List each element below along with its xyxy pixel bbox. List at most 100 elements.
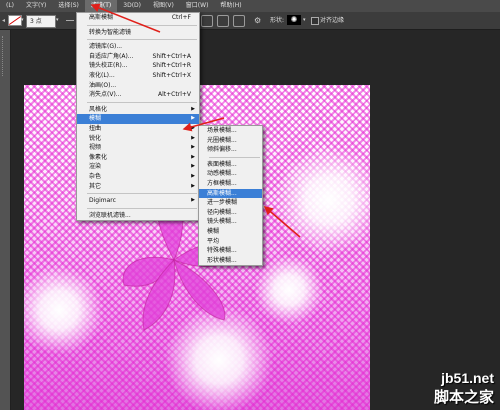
custom-shape-preview[interactable]: ✺ [287,15,301,25]
stroke-width-field[interactable]: 3 点 [26,15,56,28]
menu-item-help[interactable]: 帮助(H) [214,0,247,12]
menu-item-label: 视频 [89,144,102,152]
menu-item-distort[interactable]: 扭曲 ▶ [77,124,199,134]
menu-item-convert-smart-filters[interactable]: 转换为智能滤镜 [77,28,199,38]
menu-separator [209,156,260,158]
menu-item-last-filter[interactable]: 高斯模糊 Ctrl+F [77,13,199,23]
submenu-item-blur[interactable]: 模糊 [199,227,262,237]
submenu-item-tilt-shift[interactable]: 倾斜偏移... [199,145,262,155]
submenu-arrow-icon: ▶ [191,115,195,122]
align-edges-label: 对齐边缘 [320,17,345,24]
submenu-arrow-icon: ▶ [191,153,195,160]
submenu-arrow-icon: ▶ [191,182,195,189]
stroke-type-line[interactable] [66,20,74,21]
menu-item-video[interactable]: 视频 ▶ [77,143,199,153]
menu-item-blur[interactable]: 模糊 ▶ [77,114,199,124]
watermark-site: jb51.net [441,370,494,386]
gear-icon[interactable]: ⚙ [254,15,261,26]
menu-item-label: 消失点(V)... [89,91,122,99]
menu-separator [87,24,197,26]
submenu-arrow-icon: ▶ [191,172,195,179]
menu-item-select[interactable]: 选择(S) [52,0,85,12]
submenu-arrow-icon: ▶ [191,197,195,204]
menu-item-shortcut: Shift+Ctrl+R [152,62,191,70]
shape-dropdown-icon[interactable]: ▾ [303,15,306,26]
menu-item-type[interactable]: 文字(Y) [20,0,52,12]
menu-item-label: Digimarc [89,197,116,205]
menu-item-label: 液化(L)... [89,71,115,79]
menu-item-label: 模糊 [89,115,102,123]
menu-item-label: 锐化 [89,134,102,142]
menu-separator [87,207,197,209]
menu-item-render[interactable]: 渲染 ▶ [77,162,199,172]
submenu-item-blur-more[interactable]: 进一步模糊 [199,198,262,208]
menu-item-label: 其它 [89,182,102,190]
submenu-item-shape-blur[interactable]: 形状模糊... [199,256,262,266]
submenu-item-motion-blur[interactable]: 动感模糊... [199,169,262,179]
menu-item-oil-paint[interactable]: 油画(O)... [77,81,199,91]
menu-item-filter-gallery[interactable]: 滤镜库(G)... [77,42,199,52]
tools-panel [0,30,11,410]
menu-item-window[interactable]: 窗口(W) [180,0,215,12]
submenu-item-lens-blur[interactable]: 镜头模糊... [199,217,262,227]
menu-item-label: 浏览联机滤镜... [89,211,131,219]
menu-item-vanishing-point[interactable]: 消失点(V)... Alt+Ctrl+V [77,90,199,100]
filter-menu: 高斯模糊 Ctrl+F 转换为智能滤镜 滤镜库(G)... 自适应广角(A)..… [76,12,200,222]
stroke-color-swatch[interactable] [8,15,22,26]
menu-item-label: 镜头校正(R)... [89,62,128,70]
menu-item-noise[interactable]: 杂色 ▶ [77,172,199,182]
submenu-item-field-blur[interactable]: 场景模糊... [199,126,262,136]
menu-item-sharpen[interactable]: 锐化 ▶ [77,134,199,144]
menu-separator [87,193,197,195]
menu-item-lens-correction[interactable]: 镜头校正(R)... Shift+Ctrl+R [77,61,199,71]
submenu-arrow-icon: ▶ [191,134,195,141]
tools-panel-handle[interactable] [2,36,9,76]
menu-item-other[interactable]: 其它 ▶ [77,182,199,192]
menu-separator [87,101,197,103]
submenu-arrow-icon: ▶ [191,124,195,131]
menu-item-filter[interactable]: 滤镜(T) [84,0,118,12]
menu-item-shortcut: Ctrl+F [171,14,191,21]
watermark: jb51.net 脚本之家 [434,370,494,407]
align-edges-checkbox[interactable] [311,17,319,25]
path-operations-icon[interactable] [201,15,213,27]
submenu-item-gaussian-blur[interactable]: 高斯模糊... [199,188,262,199]
path-arrangement-icon[interactable] [233,15,245,27]
menu-item-adaptive-wide-angle[interactable]: 自适应广角(A)... Shift+Ctrl+A [77,52,199,62]
menu-item-label: 滤镜库(G)... [89,43,123,51]
submenu-item-smart-blur[interactable]: 特殊模糊... [199,246,262,256]
menu-item-liquify[interactable]: 液化(L)... Shift+Ctrl+X [77,71,199,81]
submenu-item-average[interactable]: 平均 [199,237,262,247]
menu-item-label: 渲染 [89,163,102,171]
menu-item-digimarc[interactable]: Digimarc ▶ [77,196,199,206]
submenu-item-box-blur[interactable]: 方框模糊... [199,179,262,189]
stroke-dropdown-icon[interactable]: ▾ [21,15,24,26]
menu-item-3d[interactable]: 3D(D) [117,0,147,12]
submenu-item-surface-blur[interactable]: 表面模糊... [199,160,262,170]
menu-item-pixelate[interactable]: 像素化 ▶ [77,153,199,163]
shape-label: 形状: [270,17,285,24]
menu-item-label: 像素化 [89,153,108,161]
options-arrow-icon[interactable]: ◂ [2,15,5,26]
menu-item-view[interactable]: 视图(V) [147,0,180,12]
menu-item-label: 扭曲 [89,124,102,132]
menu-item-stylize[interactable]: 风格化 ▶ [77,105,199,115]
options-bar: ◂ ▾ 3 点 ▾ ⚙ 形状: ✺ ▾ 对齐边缘 [0,12,500,30]
menu-item-label: 转换为智能滤镜 [89,28,132,36]
menu-item-label: 风格化 [89,105,108,113]
menu-item-label: 高斯模糊 [89,14,114,21]
blur-submenu: 场景模糊... 光圈模糊... 倾斜偏移... 表面模糊... 动感模糊... … [198,125,263,267]
path-alignment-icon[interactable] [217,15,229,27]
submenu-arrow-icon: ▶ [191,163,195,170]
menu-bar: (L) 文字(Y) 选择(S) 滤镜(T) 3D(D) 视图(V) 窗口(W) … [0,0,500,12]
menu-item-browse-online-filters[interactable]: 浏览联机滤镜... [77,211,199,221]
stroke-width-dropdown-icon[interactable]: ▾ [56,15,59,26]
submenu-arrow-icon: ▶ [191,144,195,151]
menu-item-label: 杂色 [89,172,102,180]
watermark-name: 脚本之家 [433,388,494,406]
submenu-item-iris-blur[interactable]: 光圈模糊... [199,136,262,146]
menu-item-layer[interactable]: (L) [0,0,20,12]
menu-item-shortcut: Shift+Ctrl+A [152,52,191,60]
submenu-item-radial-blur[interactable]: 径向模糊... [199,208,262,218]
menu-item-label: 自适应广角(A)... [89,52,134,60]
